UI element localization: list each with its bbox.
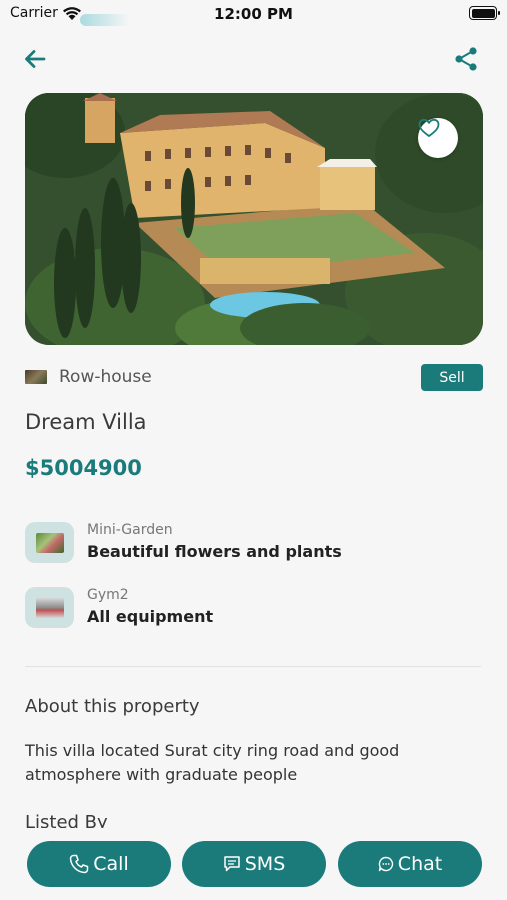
feature-name: Gym2 bbox=[87, 587, 129, 603]
share-icon[interactable] bbox=[453, 46, 479, 72]
chat-button-label: Chat bbox=[397, 853, 443, 875]
about-text: This villa located Surat city ring road … bbox=[25, 741, 400, 784]
property-type-label: Row-house bbox=[59, 367, 152, 387]
phone-icon bbox=[70, 854, 89, 874]
property-price: $5004900 bbox=[25, 456, 142, 480]
message-icon bbox=[223, 856, 240, 872]
feature-item: Gym2 All equipment bbox=[25, 587, 483, 631]
call-button-label: Call bbox=[93, 853, 129, 875]
feature-description: All equipment bbox=[87, 607, 214, 626]
feature-name: Mini-Garden bbox=[87, 522, 173, 538]
arrow-left-icon[interactable] bbox=[22, 46, 48, 72]
status-time: 12:00 PM bbox=[214, 5, 293, 23]
feature-description: Beautiful flowers and plants bbox=[87, 542, 342, 561]
property-image bbox=[25, 93, 483, 345]
favorite-button[interactable] bbox=[418, 118, 458, 158]
heart-icon bbox=[418, 118, 440, 138]
call-button[interactable]: Call bbox=[27, 841, 171, 887]
chat-button[interactable]: Chat bbox=[338, 841, 482, 887]
listing-badge: Sell bbox=[421, 364, 483, 391]
villa-illustration bbox=[25, 93, 483, 345]
battery-icon bbox=[469, 6, 500, 20]
property-type-thumbnail bbox=[25, 370, 47, 384]
sms-button[interactable]: SMS bbox=[182, 841, 326, 887]
property-title: Dream Villa bbox=[25, 410, 147, 434]
sms-button-label: SMS bbox=[244, 853, 286, 875]
garden-icon bbox=[25, 522, 74, 563]
chat-icon bbox=[378, 856, 393, 872]
about-heading: About this property bbox=[25, 696, 200, 717]
action-bar: Call SMS Chat bbox=[0, 828, 507, 900]
property-type-row: Row-house Sell bbox=[25, 364, 483, 392]
status-bar: Carrier 12:00 PM bbox=[0, 0, 507, 30]
feature-item: Mini-Garden Beautiful flowers and plants bbox=[25, 522, 483, 566]
section-divider bbox=[25, 666, 481, 667]
gym-icon bbox=[25, 587, 74, 628]
